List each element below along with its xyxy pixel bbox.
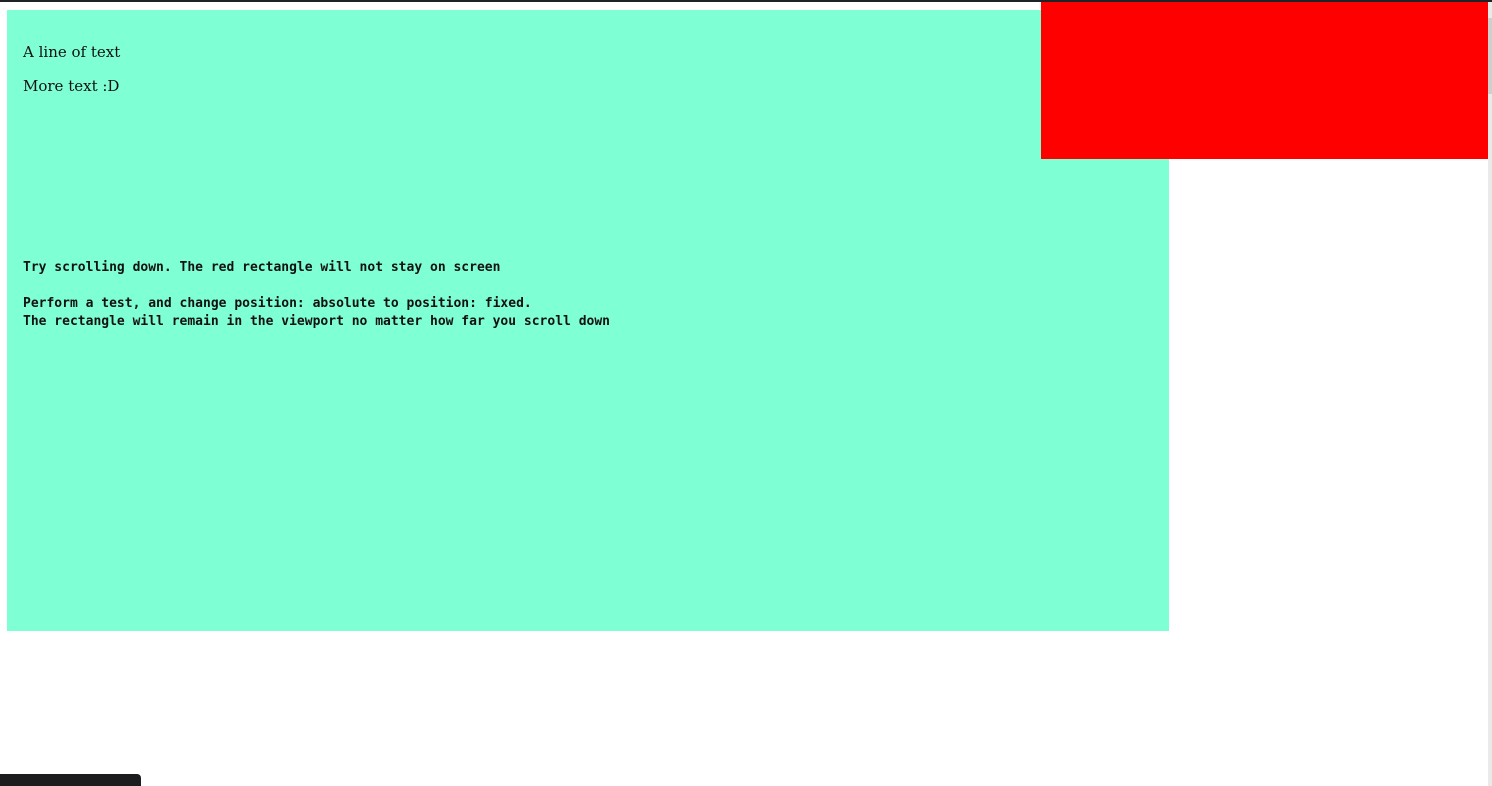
instructions-text: Try scrolling down. The red rectangle wi… (23, 260, 610, 329)
text-line-2: More text :D (23, 77, 120, 95)
red-rectangle (1041, 2, 1488, 159)
vertical-scrollbar[interactable] (1488, 2, 1492, 786)
scrollbar-thumb[interactable] (1488, 18, 1492, 94)
text-line-1: A line of text (23, 43, 121, 61)
aquamarine-container: A line of text More text :D Try scrollin… (7, 10, 1169, 631)
bottom-dark-tab[interactable] (0, 774, 141, 786)
